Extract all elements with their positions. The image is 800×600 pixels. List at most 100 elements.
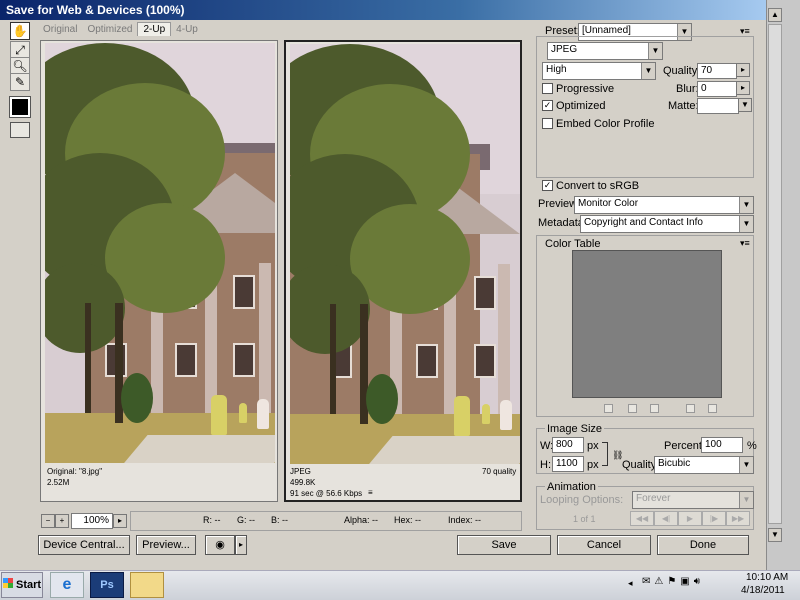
frame-counter: 1 of 1 bbox=[573, 514, 596, 524]
convert-srgb-label: Convert to sRGB bbox=[556, 180, 640, 192]
tab-optimized[interactable]: Optimized bbox=[82, 23, 137, 36]
preset-value: [Unnamed] bbox=[582, 25, 631, 36]
percent-unit: % bbox=[747, 440, 757, 452]
chevron-down-icon: ▼ bbox=[648, 43, 662, 59]
lock-color-icon[interactable] bbox=[650, 404, 659, 413]
optimized-format: JPEG bbox=[290, 467, 311, 476]
resample-quality-value: Bicubic bbox=[658, 458, 691, 469]
red-readout: R: -- bbox=[203, 515, 221, 525]
preview-value: Monitor Color bbox=[578, 198, 639, 209]
ie-icon[interactable]: e bbox=[50, 572, 84, 598]
done-button[interactable]: Done bbox=[657, 535, 749, 555]
quality-slider-icon[interactable]: ▸ bbox=[736, 63, 750, 77]
system-tray-icons[interactable]: ✉⚠⚑▣🔊︎ bbox=[642, 576, 732, 594]
green-readout: G: -- bbox=[237, 515, 255, 525]
color-table-title: Color Table bbox=[545, 238, 601, 250]
color-table-menu-icon[interactable]: ▾≡ bbox=[740, 238, 750, 249]
optimized-quality: 70 quality bbox=[482, 467, 517, 476]
zoom-in-button[interactable]: + bbox=[55, 514, 69, 528]
matte-field[interactable] bbox=[697, 98, 739, 114]
color-table-swatches[interactable] bbox=[572, 250, 722, 398]
zoom-out-button[interactable]: − bbox=[41, 514, 55, 528]
quality-field[interactable]: 70 bbox=[697, 63, 737, 79]
optimized-label: Optimized bbox=[556, 100, 606, 112]
clock-date: 4/18/2011 bbox=[741, 585, 785, 596]
looping-options-select[interactable]: Forever ▼ bbox=[632, 491, 754, 509]
looping-options-label: Looping Options: bbox=[540, 494, 624, 506]
tray-expand-icon[interactable]: ◂ bbox=[628, 578, 633, 589]
percent-field[interactable]: 100 bbox=[701, 437, 743, 453]
next-frame-button[interactable]: |▶ bbox=[702, 511, 726, 526]
clock-time: 10:10 AM bbox=[746, 572, 789, 583]
original-filesize: 2.52M bbox=[47, 478, 70, 487]
chevron-down-icon: ▼ bbox=[739, 197, 753, 213]
windows-logo-icon bbox=[3, 578, 13, 588]
height-field[interactable]: 1100 bbox=[552, 456, 584, 472]
chevron-down-icon: ▼ bbox=[739, 492, 753, 508]
blur-slider-icon[interactable]: ▸ bbox=[736, 81, 750, 95]
scrollbar-thumb[interactable] bbox=[768, 24, 782, 524]
last-frame-button[interactable]: ▶▶ bbox=[726, 511, 750, 526]
new-color-icon[interactable] bbox=[686, 404, 695, 413]
play-button[interactable]: ▶ bbox=[678, 511, 702, 526]
tab-2-up[interactable]: 2-Up bbox=[137, 22, 172, 36]
quality-level-select[interactable]: High ▼ bbox=[542, 62, 656, 80]
photoshop-icon[interactable]: Ps bbox=[90, 572, 124, 598]
download-time-menu-icon[interactable]: ≡ bbox=[368, 488, 373, 497]
optimized-preview-pane[interactable]: JPEG 499.8K 91 sec @ 56.6 Kbps ≡ 70 qual… bbox=[284, 40, 522, 502]
blue-readout: B: -- bbox=[271, 515, 288, 525]
eyedropper-color-swatch[interactable] bbox=[9, 96, 31, 118]
preview-button[interactable]: Preview... bbox=[136, 535, 196, 555]
first-frame-button[interactable]: ◀◀ bbox=[630, 511, 654, 526]
metadata-value: Copyright and Contact Info bbox=[584, 217, 703, 228]
original-image bbox=[45, 43, 275, 463]
format-select[interactable]: JPEG ▼ bbox=[547, 42, 663, 60]
scroll-up-button[interactable]: ▲ bbox=[768, 8, 782, 22]
height-label: H: bbox=[540, 459, 551, 471]
blur-field[interactable]: 0 bbox=[697, 81, 737, 97]
progressive-checkbox[interactable] bbox=[542, 83, 553, 94]
hex-readout: Hex: -- bbox=[394, 515, 421, 525]
preview-select[interactable]: Monitor Color ▼ bbox=[574, 196, 754, 214]
progressive-label: Progressive bbox=[556, 83, 615, 95]
quality-label: Quality: bbox=[663, 65, 701, 77]
tab-original[interactable]: Original bbox=[38, 23, 82, 36]
hand-icon[interactable]: ✋ bbox=[10, 22, 30, 40]
cancel-button[interactable]: Cancel bbox=[557, 535, 651, 555]
save-button[interactable]: Save bbox=[457, 535, 551, 555]
zoom-level-field[interactable]: 100% bbox=[71, 513, 113, 529]
eyedropper-icon[interactable]: ✎ bbox=[10, 73, 30, 91]
blur-label: Blur: bbox=[676, 83, 699, 95]
optimized-filesize: 499.8K bbox=[290, 478, 316, 487]
resample-quality-select[interactable]: Bicubic ▼ bbox=[654, 456, 754, 474]
original-filename: Original: "8.jpg" bbox=[47, 467, 103, 476]
scroll-down-button[interactable]: ▼ bbox=[768, 528, 782, 542]
image-size-title: Image Size bbox=[545, 423, 605, 435]
download-time: 91 sec @ 56.6 Kbps bbox=[290, 489, 363, 498]
device-central-button[interactable]: Device Central... bbox=[38, 535, 130, 555]
optimized-checkbox[interactable]: ✓ bbox=[542, 100, 553, 111]
metadata-select[interactable]: Copyright and Contact Info ▼ bbox=[580, 215, 754, 233]
browser-preview-icon[interactable]: ◉ bbox=[205, 535, 235, 555]
index-readout: Index: -- bbox=[448, 515, 482, 525]
width-field[interactable]: 800 bbox=[552, 437, 584, 453]
toggle-slices-visibility-button[interactable] bbox=[10, 122, 30, 138]
embed-color-profile-checkbox[interactable] bbox=[542, 118, 553, 129]
previous-frame-button[interactable]: ◀| bbox=[654, 511, 678, 526]
percent-label: Percent: bbox=[664, 440, 705, 452]
browser-preview-dropdown-icon[interactable]: ▸ bbox=[235, 535, 247, 555]
convert-srgb-checkbox[interactable]: ✓ bbox=[542, 180, 553, 191]
chevron-down-icon: ▼ bbox=[641, 63, 655, 79]
folder-icon[interactable] bbox=[130, 572, 164, 598]
tab-4-up[interactable]: 4-Up bbox=[171, 23, 203, 36]
window-title: Save for Web & Devices (100%) bbox=[0, 0, 766, 20]
trash-icon[interactable] bbox=[708, 404, 717, 413]
zoom-level-dropdown-icon[interactable]: ▸ bbox=[113, 514, 127, 528]
original-preview-pane[interactable]: Original: "8.jpg" 2.52M bbox=[40, 40, 278, 502]
looping-options-value: Forever bbox=[636, 493, 671, 504]
map-transparent-icon[interactable] bbox=[604, 404, 613, 413]
optimized-image bbox=[290, 44, 520, 464]
matte-dropdown-icon[interactable]: ▼ bbox=[738, 98, 752, 112]
web-shift-icon[interactable] bbox=[628, 404, 637, 413]
width-unit: px bbox=[587, 440, 599, 452]
